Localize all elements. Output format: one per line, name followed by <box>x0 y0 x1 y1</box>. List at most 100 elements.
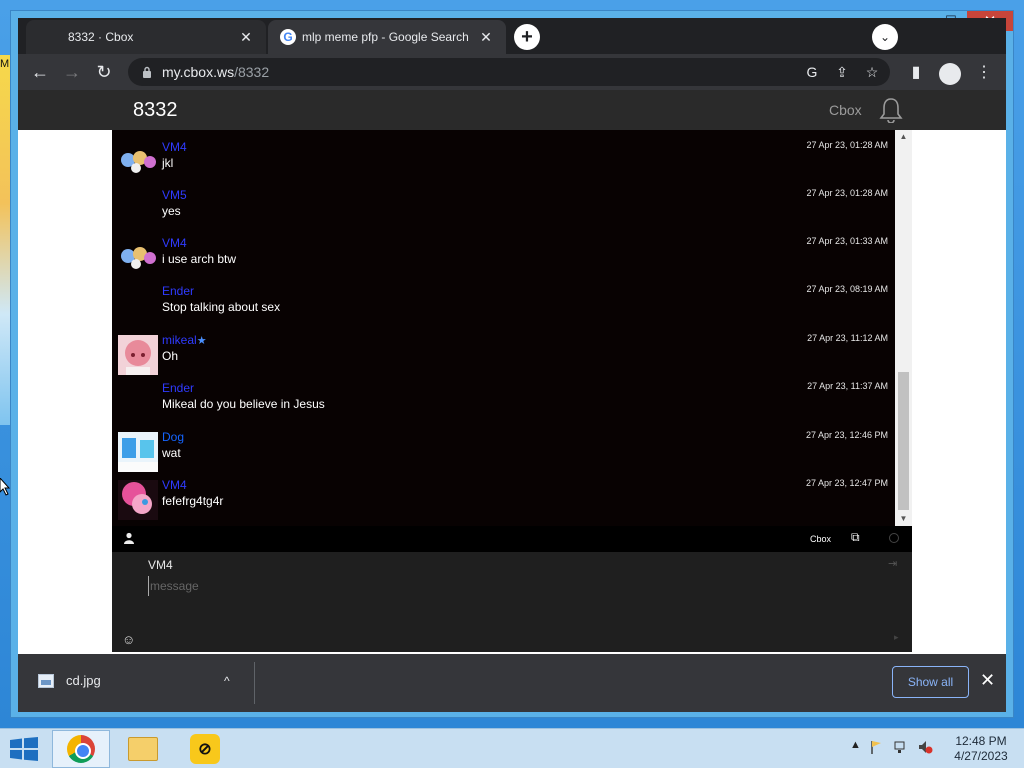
volume-muted-icon[interactable] <box>917 739 933 755</box>
tab-search-button[interactable]: ⌄ <box>872 24 898 50</box>
downloads-bar: cd.jpg ^ Show all ✕ <box>18 654 1006 712</box>
message-author[interactable]: VM4 <box>162 140 187 154</box>
cbox-chat: VM4 jkl 27 Apr 23, 01:28 AM VM5 yes 27 A… <box>112 130 912 652</box>
message-author[interactable]: VM4 <box>162 236 187 250</box>
chat-message: Ender Stop talking about sex 27 Apr 23, … <box>118 284 888 328</box>
message-composer: VM4 ⇥ ☺ ▸ <box>112 552 912 652</box>
bookmark-star-icon[interactable]: ☆ <box>862 62 882 82</box>
message-author[interactable]: VM5 <box>162 188 187 202</box>
windows-start-icon[interactable] <box>8 737 40 761</box>
clock-time: 12:48 PM <box>955 734 1007 748</box>
scrollbar-thumb[interactable] <box>898 372 909 510</box>
google-lens-icon[interactable]: G <box>802 62 822 82</box>
tab-strip: 8332 · Cbox ✕ G mlp meme pfp - Google Se… <box>18 18 1006 54</box>
popout-icon[interactable]: ⧉ <box>851 530 860 545</box>
sign-in-icon[interactable]: ⇥ <box>888 557 897 570</box>
ldplayer-icon: ⊘ <box>190 734 220 764</box>
message-time: 27 Apr 23, 01:28 AM <box>806 188 888 198</box>
show-all-button[interactable]: Show all <box>892 666 969 698</box>
tab-close-icon[interactable]: ✕ <box>238 29 254 46</box>
taskbar-clock[interactable]: 12:48 PM 4/27/2023 <box>948 734 1014 764</box>
new-tab-button[interactable]: + <box>514 24 540 50</box>
avatar <box>118 432 158 472</box>
author-name: mikeal <box>162 333 197 347</box>
status-circle-icon <box>889 533 899 543</box>
emoji-icon[interactable]: ☺ <box>122 632 135 647</box>
chat-message: VM4 fefefrg4tg4r 27 Apr 23, 12:47 PM <box>118 478 888 522</box>
composer-username[interactable]: VM4 <box>148 558 173 572</box>
user-icon[interactable] <box>123 532 135 544</box>
cbox-footer-link[interactable]: Cbox <box>810 534 831 544</box>
reload-button[interactable]: ↻ <box>90 58 118 86</box>
system-tray: ▲ <box>850 739 933 755</box>
avatar <box>118 142 158 182</box>
profile-button[interactable] <box>938 58 962 86</box>
chat-message: mikeal★ Oh 27 Apr 23, 11:12 AM <box>118 333 888 377</box>
network-icon[interactable] <box>893 739 909 755</box>
lock-icon <box>143 66 151 78</box>
cbox-header: 8332 Cbox <box>18 90 1006 130</box>
star-badge-icon: ★ <box>196 335 207 347</box>
message-text: Mikeal do you believe in Jesus <box>162 397 325 411</box>
address-bar[interactable]: my.cbox.ws /8332 G ⇪ ☆ <box>128 58 890 86</box>
message-text: i use arch btw <box>162 252 237 266</box>
close-downloads-icon[interactable]: ✕ <box>980 670 995 691</box>
chat-message: Ender Mikeal do you believe in Jesus 27 … <box>118 381 888 425</box>
tab-google-search[interactable]: G mlp meme pfp - Google Search ✕ <box>268 20 506 54</box>
chat-message: VM4 i use arch btw 27 Apr 23, 01:33 AM <box>118 236 888 280</box>
avatar <box>118 480 158 520</box>
bell-icon[interactable] <box>879 97 903 123</box>
folder-icon <box>128 737 158 761</box>
chevron-up-icon[interactable]: ^ <box>224 674 230 688</box>
chrome-icon <box>67 735 95 763</box>
google-favicon-icon: G <box>280 29 296 45</box>
chrome-browser: 8332 · Cbox ✕ G mlp meme pfp - Google Se… <box>18 18 1006 654</box>
scroll-down-icon[interactable]: ▼ <box>895 512 912 526</box>
message-text: Stop talking about sex <box>162 300 281 314</box>
url-host: my.cbox.ws <box>162 64 235 80</box>
message-list[interactable]: VM4 jkl 27 Apr 23, 01:28 AM VM5 yes 27 A… <box>112 130 895 526</box>
action-center-flag-icon[interactable] <box>869 739 885 755</box>
scroll-up-icon[interactable]: ▲ <box>895 130 912 144</box>
message-time: 27 Apr 23, 12:47 PM <box>805 478 888 488</box>
tab-cbox[interactable]: 8332 · Cbox ✕ <box>26 20 266 54</box>
side-panel-icon[interactable]: ▮ <box>904 58 928 86</box>
taskbar-chrome[interactable] <box>52 730 110 768</box>
cbox-brand-link[interactable]: Cbox <box>829 102 862 118</box>
message-author[interactable]: VM4 <box>162 478 187 492</box>
image-file-icon <box>38 673 54 688</box>
back-button[interactable]: ← <box>26 58 54 86</box>
message-text: yes <box>162 204 181 218</box>
tab-close-icon[interactable]: ✕ <box>478 29 494 46</box>
message-author[interactable]: Ender <box>162 284 194 298</box>
chat-scrollbar[interactable]: ▲ ▼ <box>895 130 912 526</box>
message-text: fefefrg4tg4r <box>162 494 224 508</box>
message-time: 27 Apr 23, 12:46 PM <box>805 430 888 440</box>
download-filename: cd.jpg <box>66 673 101 688</box>
taskbar-ldplayer[interactable]: ⊘ <box>176 730 234 768</box>
address-bar-actions: G ⇪ ☆ <box>802 62 882 82</box>
taskbar-file-explorer[interactable] <box>114 730 172 768</box>
message-text: wat <box>162 446 181 460</box>
share-icon[interactable]: ⇪ <box>832 62 852 82</box>
tab-title: 8332 · Cbox <box>68 30 134 44</box>
message-time: 27 Apr 23, 08:19 AM <box>806 284 888 294</box>
chat-message: VM5 yes 27 Apr 23, 01:28 AM <box>118 188 888 232</box>
send-icon[interactable]: ▸ <box>894 632 899 643</box>
chrome-menu-icon[interactable]: ⋮ <box>972 58 996 86</box>
clock-date: 4/27/2023 <box>954 749 1008 763</box>
message-time: 27 Apr 23, 11:37 AM <box>807 381 888 391</box>
mouse-cursor-icon <box>0 478 10 496</box>
message-author[interactable]: Ender <box>162 381 194 395</box>
message-author[interactable]: mikeal★ <box>162 333 207 347</box>
web-page: 8332 Cbox VM4 jkl 27 Apr 23, 01:28 AM VM… <box>18 90 1006 654</box>
tab-title: mlp meme pfp - Google Search <box>302 30 469 44</box>
tray-expand-icon[interactable]: ▲ <box>850 739 861 755</box>
message-author[interactable]: Dog <box>162 430 184 444</box>
message-input[interactable] <box>148 576 848 596</box>
forward-button[interactable]: → <box>58 58 86 86</box>
cbox-footer: Cbox ⧉ <box>112 526 912 552</box>
message-time: 27 Apr 23, 11:12 AM <box>807 333 888 343</box>
download-item[interactable]: cd.jpg <box>38 673 101 688</box>
page-title: 8332 <box>133 99 178 121</box>
